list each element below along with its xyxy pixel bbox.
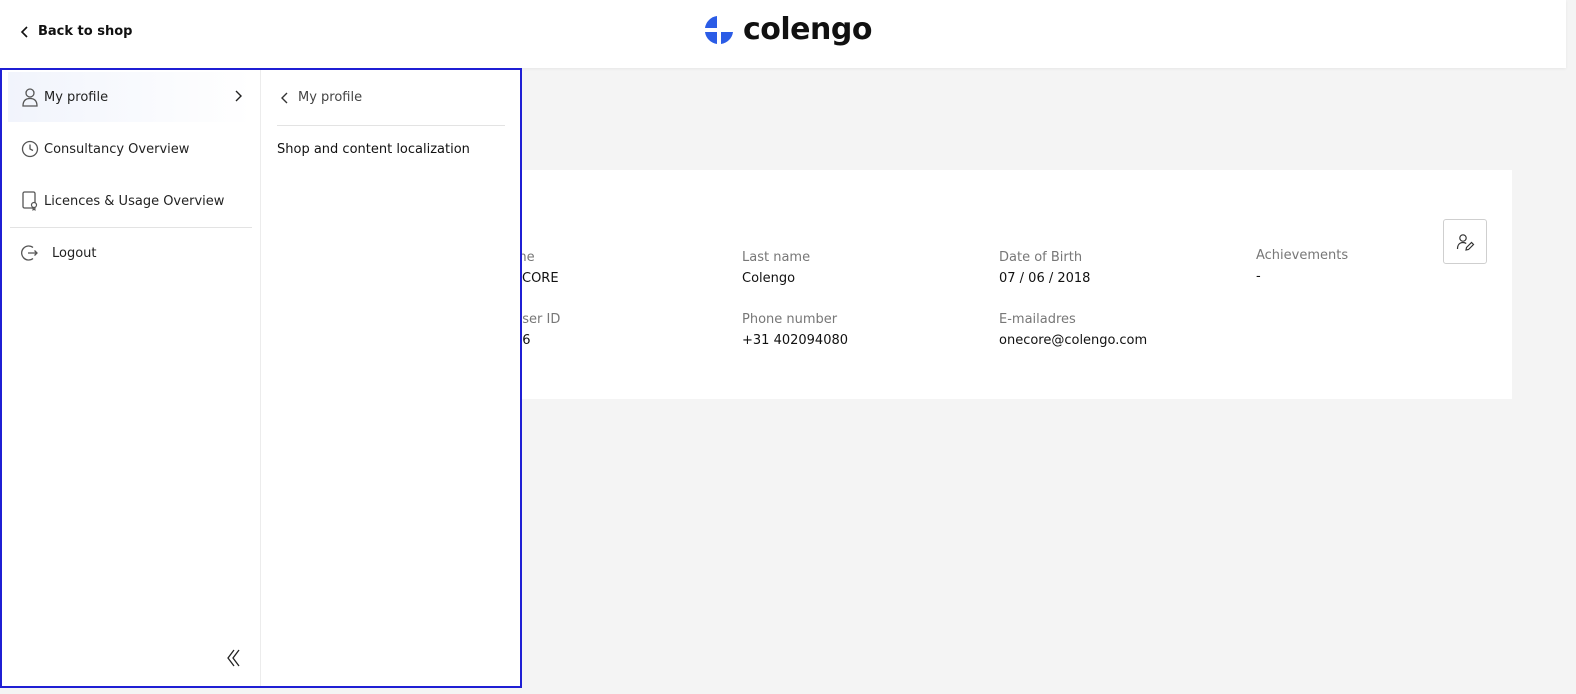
field-label: Last name bbox=[742, 250, 811, 265]
field-value: +31 402094080 bbox=[742, 333, 849, 348]
field-value: - bbox=[1256, 269, 1261, 284]
back-to-shop-label: Back to shop bbox=[38, 24, 133, 39]
nav-item-label: My profile bbox=[44, 89, 109, 105]
field-label: Date of Birth bbox=[999, 250, 1083, 265]
submenu-back-button[interactable]: My profile bbox=[281, 90, 362, 105]
achievements-field: Achievements - bbox=[1256, 248, 1348, 284]
logo-mark-icon bbox=[705, 16, 733, 44]
email-field: E-mailadres onecore@colengo.com bbox=[999, 312, 1147, 348]
nav-item-label: Consultancy Overview bbox=[44, 141, 190, 157]
license-icon bbox=[20, 191, 40, 211]
field-value: 07 / 06 / 2018 bbox=[999, 271, 1091, 286]
main-nav-column: My profile Consultancy Overview Licences… bbox=[2, 70, 261, 686]
field-label: Achievements bbox=[1256, 248, 1349, 263]
colengo-logo[interactable]: colengo bbox=[703, 14, 872, 46]
back-to-shop-link[interactable]: Back to shop bbox=[20, 24, 132, 39]
submenu-item-shop-localization[interactable]: Shop and content localization bbox=[277, 134, 505, 164]
collapse-double-chevron-icon[interactable] bbox=[226, 648, 242, 668]
account-menu-drawer: My profile Consultancy Overview Licences… bbox=[0, 68, 522, 688]
chevron-left-icon bbox=[281, 92, 288, 103]
date-of-birth-field: Date of Birth 07 / 06 / 2018 bbox=[999, 250, 1090, 286]
submenu-column: My profile Shop and content localization bbox=[261, 70, 520, 686]
last-name-field: Last name Colengo bbox=[742, 250, 810, 286]
top-bar: Back to shop colengo bbox=[0, 0, 1566, 68]
submenu-item-label: Shop and content localization bbox=[277, 141, 470, 157]
nav-item-label: Licences & Usage Overview bbox=[44, 193, 225, 209]
profile-card: me eCORE Last name Colengo Date of Birth… bbox=[500, 170, 1512, 399]
edit-profile-icon bbox=[1456, 233, 1475, 251]
logo-text: colengo bbox=[743, 12, 872, 47]
submenu-title: My profile bbox=[298, 90, 363, 105]
nav-item-my-profile[interactable]: My profile bbox=[8, 72, 252, 122]
nav-item-label: Logout bbox=[52, 245, 97, 261]
nav-item-logout[interactable]: Logout bbox=[8, 228, 252, 278]
nav-item-licences-usage-overview[interactable]: Licences & Usage Overview bbox=[8, 176, 252, 226]
user-icon bbox=[20, 87, 40, 107]
logout-icon bbox=[20, 243, 40, 263]
field-value: onecore@colengo.com bbox=[999, 333, 1148, 348]
nav-item-consultancy-overview[interactable]: Consultancy Overview bbox=[8, 124, 252, 174]
field-label: E-mailadres bbox=[999, 312, 1076, 327]
phone-number-field: Phone number +31 402094080 bbox=[742, 312, 848, 348]
chevron-left-icon bbox=[20, 25, 28, 38]
submenu-divider bbox=[277, 125, 505, 126]
field-label: Phone number bbox=[742, 312, 838, 327]
clock-icon bbox=[20, 139, 40, 159]
field-value: Colengo bbox=[742, 271, 796, 286]
chevron-right-icon bbox=[235, 90, 242, 102]
edit-profile-button[interactable] bbox=[1443, 219, 1487, 264]
